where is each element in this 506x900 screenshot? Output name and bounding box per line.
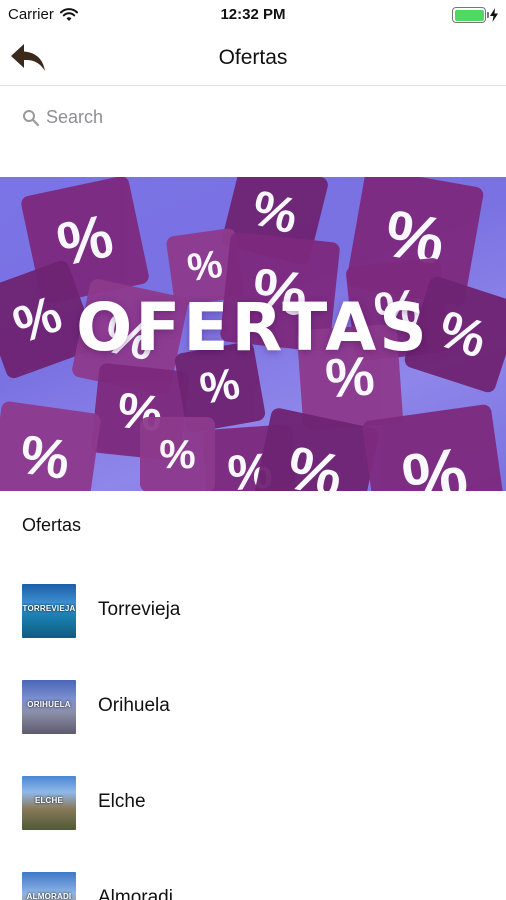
battery-icon xyxy=(452,7,489,23)
offers-list: TORREVIEJA Torrevieja ORIHUELA Orihuela … xyxy=(0,560,506,900)
battery-cap xyxy=(486,12,489,18)
list-item-torrevieja[interactable]: TORREVIEJA Torrevieja xyxy=(0,560,506,656)
page-title: Ofertas xyxy=(218,46,288,69)
navigation-bar: Ofertas xyxy=(0,30,506,86)
list-item-orihuela[interactable]: ORIHUELA Orihuela xyxy=(0,656,506,752)
list-item-label: Almoradi xyxy=(98,887,173,900)
percent-cube: % xyxy=(140,417,215,491)
charging-bolt-icon xyxy=(490,8,498,22)
status-bar: Carrier 12:32 PM xyxy=(0,0,506,30)
list-item-almoradi[interactable]: ALMORADI Almoradi xyxy=(0,848,506,900)
search-icon xyxy=(23,110,40,127)
list-item-label: Torrevieja xyxy=(98,599,181,620)
thumbnail-label: ORIHUELA xyxy=(27,700,71,709)
torrevieja-thumbnail: TORREVIEJA xyxy=(22,584,76,638)
search-bar xyxy=(0,88,506,144)
status-time: 12:32 PM xyxy=(220,6,286,23)
thumbnail-label: ELCHE xyxy=(34,796,64,805)
thumbnail-label: ALMORADI xyxy=(26,892,72,900)
section-header: Ofertas xyxy=(22,515,82,535)
elche-thumbnail: ELCHE xyxy=(22,776,76,830)
ofertas-banner[interactable]: %%%%%%%%%%%%%%%%% OFERTAS xyxy=(0,177,506,491)
list-item-elche[interactable]: ELCHE Elche xyxy=(0,752,506,848)
status-right xyxy=(452,7,498,23)
percent-cube: % xyxy=(0,400,102,491)
almoradi-thumbnail: ALMORADI xyxy=(22,872,76,900)
search-input[interactable] xyxy=(46,104,476,130)
banner-title: OFERTAS xyxy=(76,289,430,366)
thumbnail-label: TORREVIEJA xyxy=(22,604,76,613)
orihuela-thumbnail: ORIHUELA xyxy=(22,680,76,734)
battery-fill xyxy=(454,9,484,21)
list-item-label: Orihuela xyxy=(98,695,170,716)
list-item-label: Elche xyxy=(98,791,146,812)
